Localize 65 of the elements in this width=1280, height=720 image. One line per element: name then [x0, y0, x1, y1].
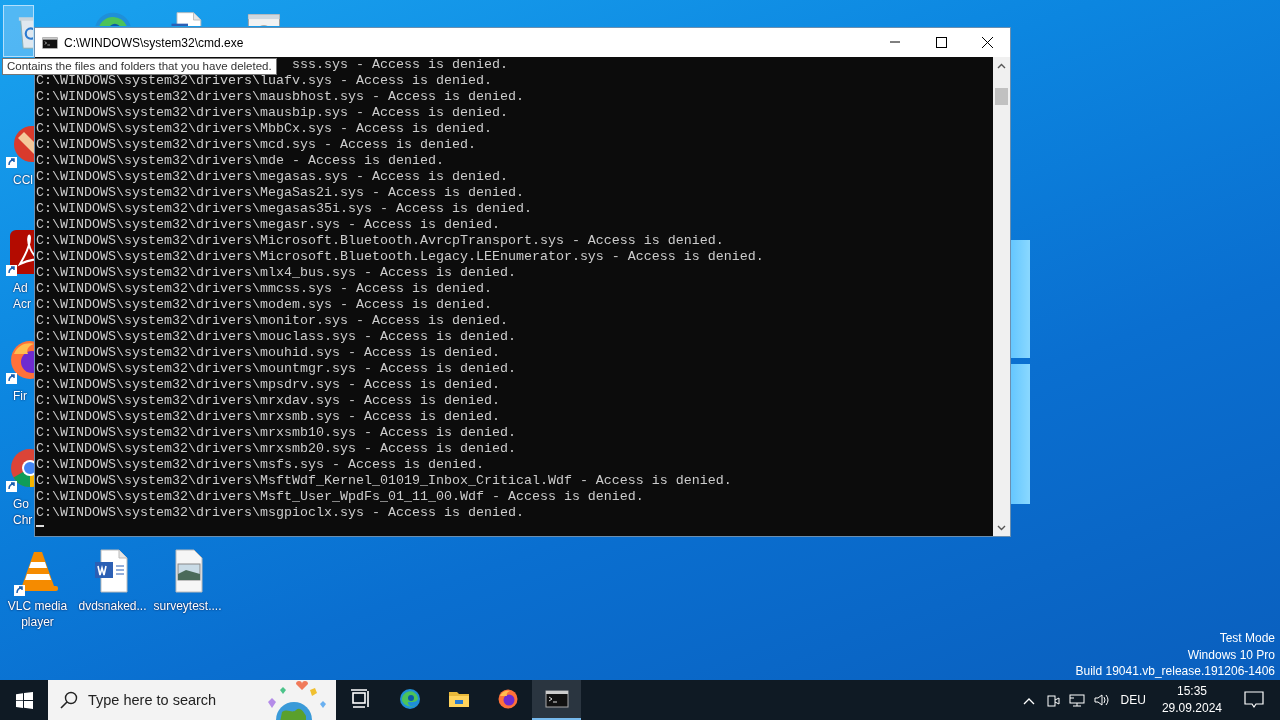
- windows-logo-icon[interactable]: [15, 691, 33, 709]
- desktop-icon-label[interactable]: dvdsnaked...: [76, 598, 149, 614]
- desktop-icon-label[interactable]: Acr: [0, 296, 34, 312]
- console-line: C:\WINDOWS\system32\drivers\modem.sys - Access is denied.: [36, 297, 492, 313]
- search-field[interactable]: Type here to search: [86, 691, 270, 709]
- clock-date[interactable]: 29.09.2024: [1161, 700, 1222, 717]
- desktop-icon-label[interactable]: Fir: [0, 388, 34, 404]
- console-line: C:\WINDOWS\system32\drivers\megasr.sys - Access is denied.: [36, 217, 500, 233]
- volume-icon[interactable]: [1092, 692, 1109, 708]
- window-title: C:\WINDOWS\system32\cmd.exe: [64, 35, 244, 50]
- notifications-icon[interactable]: [1244, 691, 1264, 709]
- maximize-icon[interactable]: [935, 37, 947, 48]
- desktop-icon-label[interactable]: CCl: [0, 172, 34, 188]
- console-line: C:\WINDOWS\system32\drivers\mpsdrv.sys - Access is denied.: [36, 377, 500, 393]
- console-line: sss.sys - Access is denied.: [291, 57, 508, 73]
- console-line: C:\WINDOWS\system32\drivers\mde - Access is denied.: [36, 153, 444, 169]
- console-line: C:\WINDOWS\system32\drivers\mausbip.sys - Access is denied.: [36, 105, 508, 121]
- text-cursor: [36, 525, 44, 527]
- network-icon[interactable]: [1068, 692, 1085, 708]
- taskbar-app-button[interactable]: [532, 680, 581, 720]
- search-bar[interactable]: Type here to search: [48, 680, 336, 720]
- desktop-icon-label[interactable]: VLC media player: [1, 598, 74, 630]
- console-line: C:\WINDOWS\system32\drivers\mmcss.sys - Access is denied.: [36, 281, 492, 297]
- console-line: C:\WINDOWS\system32\drivers\mrxsmb10.sys - Access is denied.: [36, 425, 516, 441]
- console-line: C:\WINDOWS\system32\drivers\mrxdav.sys - Access is denied.: [36, 393, 500, 409]
- desktop-icon-label[interactable]: Go: [0, 496, 34, 512]
- console-line: C:\WINDOWS\system32\drivers\msgpioclx.sys - Access is denied.: [36, 505, 524, 521]
- console-line: C:\WINDOWS\system32\drivers\mrxsmb.sys - Access is denied.: [36, 409, 500, 425]
- command-prompt-icon: [544, 687, 569, 711]
- camera-icon[interactable]: [1044, 692, 1061, 708]
- console-line: C:\WINDOWS\system32\drivers\mausbhost.sys - Access is denied.: [36, 89, 524, 105]
- scrollbar[interactable]: [993, 57, 1010, 536]
- console-line: C:\WINDOWS\system32\drivers\MegaSas2i.sys - Access is denied.: [36, 185, 524, 201]
- scrollbar-thumb[interactable]: [995, 88, 1008, 105]
- scroll-down-icon[interactable]: [997, 524, 1006, 531]
- console-line: C:\WINDOWS\system32\drivers\megasas35i.sys - Access is denied.: [36, 201, 532, 217]
- console-line: C:\WINDOWS\system32\drivers\Microsoft.Bluetooth.AvrcpTransport.sys - Access is denied.: [36, 233, 724, 249]
- close-icon[interactable]: [981, 37, 993, 48]
- console-line: C:\WINDOWS\system32\drivers\megasas.sys - Access is denied.: [36, 169, 508, 185]
- desktop-icon-label[interactable]: surveytest....: [151, 598, 224, 614]
- console-line: C:\WINDOWS\system32\drivers\mrxsmb20.sys - Access is denied.: [36, 441, 516, 457]
- desktop-icon-label[interactable]: Chr: [0, 512, 34, 528]
- console-line: C:\WINDOWS\system32\drivers\mcd.sys - Access is denied.: [36, 137, 476, 153]
- console-line: C:\WINDOWS\system32\drivers\mouhid.sys - Access is denied.: [36, 345, 500, 361]
- console-line: C:\WINDOWS\system32\drivers\Msft_User_WpdFs_01_11_00.Wdf - Access is denied.: [36, 489, 644, 505]
- clock-time[interactable]: 15:35: [1176, 683, 1207, 700]
- scroll-up-icon[interactable]: [997, 62, 1006, 69]
- console-line: C:\WINDOWS\system32\drivers\luafv.sys - Access is denied.: [36, 73, 492, 89]
- console-line: C:\WINDOWS\system32\drivers\monitor.sys - Access is denied.: [36, 313, 508, 329]
- desktop-icon-label[interactable]: Ad: [0, 280, 34, 296]
- console-line: C:\WINDOWS\system32\drivers\mountmgr.sys - Access is denied.: [36, 361, 516, 377]
- system-info-text: Build 19041.vb_release.191206-1406: [1075, 663, 1275, 680]
- console-line: C:\WINDOWS\system32\drivers\Microsoft.Bluetooth.Legacy.LEEnumerator.sys - Access is denied.: [36, 249, 764, 265]
- system-info-text: Windows 10 Pro: [1187, 646, 1275, 663]
- command-prompt-icon: [42, 34, 58, 51]
- tooltip: Contains the files and folders that you have deleted.: [2, 58, 277, 75]
- system-info-text: Test Mode: [1219, 630, 1275, 647]
- console-line: C:\WINDOWS\system32\drivers\mlx4_bus.sys - Access is denied.: [36, 265, 516, 281]
- console-line: C:\WINDOWS\system32\drivers\MbbCx.sys - Access is denied.: [36, 121, 492, 137]
- console-line: C:\WINDOWS\system32\drivers\msfs.sys - Access is denied.: [36, 457, 484, 473]
- console-line: C:\WINDOWS\system32\drivers\mouclass.sys - Access is denied.: [36, 329, 516, 345]
- edge-icon: [397, 687, 422, 711]
- language-indicator[interactable]: DEU: [1112, 693, 1154, 707]
- console-line: C:\WINDOWS\system32\drivers\MsftWdf_Kernel_01019_Inbox_Critical.Wdf - Access is denied.: [36, 473, 732, 489]
- search-icon: [60, 691, 78, 709]
